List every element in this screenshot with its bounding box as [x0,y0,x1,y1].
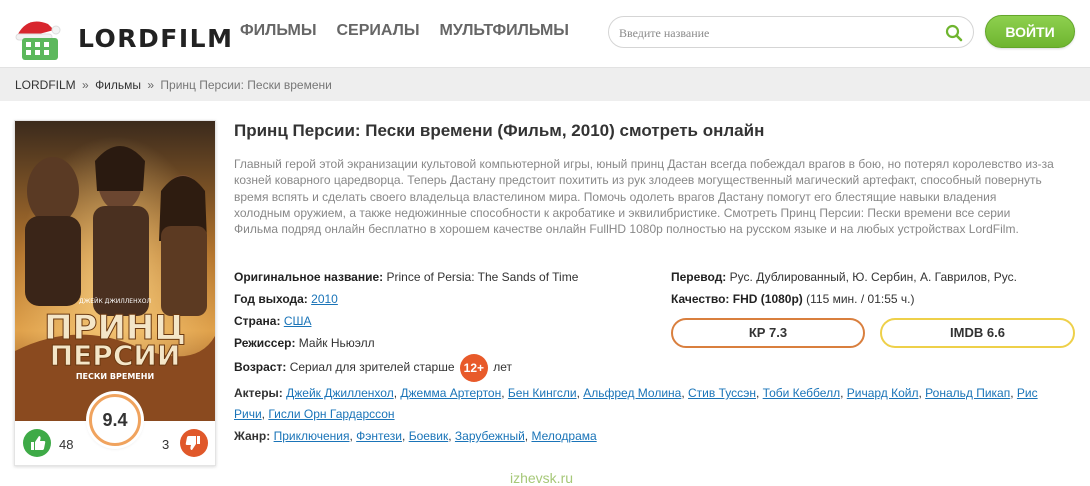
logo-film-icon [15,21,61,60]
poster-subtitle: ПЕСКИ ВРЕМЕНИ [76,372,154,381]
actor-link[interactable]: Джемма Артертон [400,386,501,400]
genre-link[interactable]: Фэнтези [356,429,402,443]
actor-link[interactable]: Стив Туссэн [688,386,756,400]
actor-link[interactable]: Альфред Молина [583,386,681,400]
movie-title: Принц Персии: Пески времени (Фильм, 2010… [234,121,765,140]
search-input[interactable] [619,23,939,43]
info-original-title: Оригинальное название: Prince of Persia:… [234,270,578,284]
search-box [608,16,974,48]
site-header: LORDFILM ФИЛЬМЫ СЕРИАЛЫ МУЛЬТФИЛЬМЫ ВОЙТ… [0,0,1090,66]
thumbs-up-icon [31,436,46,450]
info-value: Prince of Persia: The Sands of Time [386,270,579,284]
movie-poster[interactable]: ДЖЕЙК ДЖИЛЛЕНХОЛ ПРИНЦ ПЕРСИИ ПЕСКИ ВРЕМ… [15,121,215,421]
genre-link[interactable]: Зарубежный [455,429,525,443]
info-label: Актеры: [234,386,283,400]
genre-link[interactable]: Боевик [409,429,449,443]
info-value: Майк Ньюэлл [298,336,375,350]
poster-actor-credit: ДЖЕЙК ДЖИЛЛЕНХОЛ [79,298,151,305]
breadcrumb-bar: LORDFILM » Фильмы » Принц Персии: Пески … [0,67,1090,101]
like-count: 48 [59,437,74,452]
breadcrumb-home[interactable]: LORDFILM [15,78,76,92]
info-label: Перевод: [671,270,727,284]
breadcrumb-current: Принц Персии: Пески времени [160,78,332,92]
thumbs-down-icon [185,436,200,450]
genre-link[interactable]: Мелодрама [531,429,596,443]
actor-link[interactable]: Рональд Пикап [925,386,1010,400]
info-label: Жанр: [234,429,271,443]
country-link[interactable]: США [284,314,312,328]
actor-link[interactable]: Бен Кингсли [508,386,577,400]
breadcrumb-separator: » [147,78,155,92]
genre-link[interactable]: Приключения [274,429,350,443]
breadcrumb-separator: » [82,78,89,92]
actor-link[interactable]: Гисли Орн Гардарссон [268,407,394,421]
info-label: Страна: [234,314,281,328]
nav-films[interactable]: ФИЛЬМЫ [240,22,316,40]
info-value: лет [493,360,512,375]
genres-list: Жанр: Приключения, Фэнтези, Боевик, Зару… [234,429,597,443]
site-logo[interactable]: LORDFILM [8,4,232,62]
info-label: Возраст: [234,360,287,375]
nav-cartoons[interactable]: МУЛЬТФИЛЬМЫ [440,22,569,40]
breadcrumb-films[interactable]: Фильмы [95,78,141,92]
imdb-rating-button[interactable]: IMDB 6.6 [880,318,1075,348]
actors-list: Актеры: Джейк Джилленхол, Джемма Артерто… [234,386,1038,421]
rating-score: 9.4 [89,394,141,446]
info-label: Режиссер: [234,336,296,350]
poster-card: ДЖЕЙК ДЖИЛЛЕНХОЛ ПРИНЦ ПЕРСИИ ПЕСКИ ВРЕМ… [14,120,216,466]
info-label: Оригинальное название: [234,270,384,284]
info-country: Страна: США [234,314,311,328]
like-button[interactable] [23,429,51,457]
breadcrumb: LORDFILM » Фильмы » Принц Персии: Пески … [15,78,332,92]
quality-value: FHD (1080p) [732,292,803,306]
poster-title-line2: ПЕРСИИ [50,339,181,372]
info-value: Рус. Дублированный, Ю. Сербин, А. Гаврил… [729,270,1017,284]
info-translation: Перевод: Рус. Дублированный, Ю. Сербин, … [671,270,1017,284]
logo-text: LORDFILM [78,24,234,53]
main-nav: ФИЛЬМЫ СЕРИАЛЫ МУЛЬТФИЛЬМЫ [240,22,589,40]
watermark-text: izhevsk.ru [510,470,574,486]
actor-link[interactable]: Ричард Койл [847,386,919,400]
info-year: Год выхода: 2010 [234,292,338,306]
duration-value: (115 мин. / 01:55 ч.) [806,292,915,306]
info-age: Возраст: Сериал для зрителей старше 12+ … [234,354,512,382]
actor-link[interactable]: Джейк Джилленхол [286,386,394,400]
dislike-count: 3 [162,437,170,452]
movie-description: Главный герой этой экранизации культовой… [234,157,1054,237]
info-director: Режиссер: Майк Ньюэлл [234,336,375,350]
info-quality: Качество: FHD (1080p) (115 мин. / 01:55 … [671,292,914,306]
actor-link[interactable]: Тоби Кеббелл [763,386,840,400]
age-rating-badge: 12+ [459,354,488,382]
info-label: Год выхода: [234,292,308,306]
nav-series[interactable]: СЕРИАЛЫ [336,22,419,40]
login-button[interactable]: ВОЙТИ [985,15,1075,48]
info-value: Сериал для зрителей старше [289,360,455,375]
dislike-button[interactable] [180,429,208,457]
info-label: Качество: [671,292,730,306]
year-link[interactable]: 2010 [311,292,338,306]
kinopoisk-rating-button[interactable]: КР 7.3 [671,318,865,348]
search-icon[interactable] [945,24,963,42]
